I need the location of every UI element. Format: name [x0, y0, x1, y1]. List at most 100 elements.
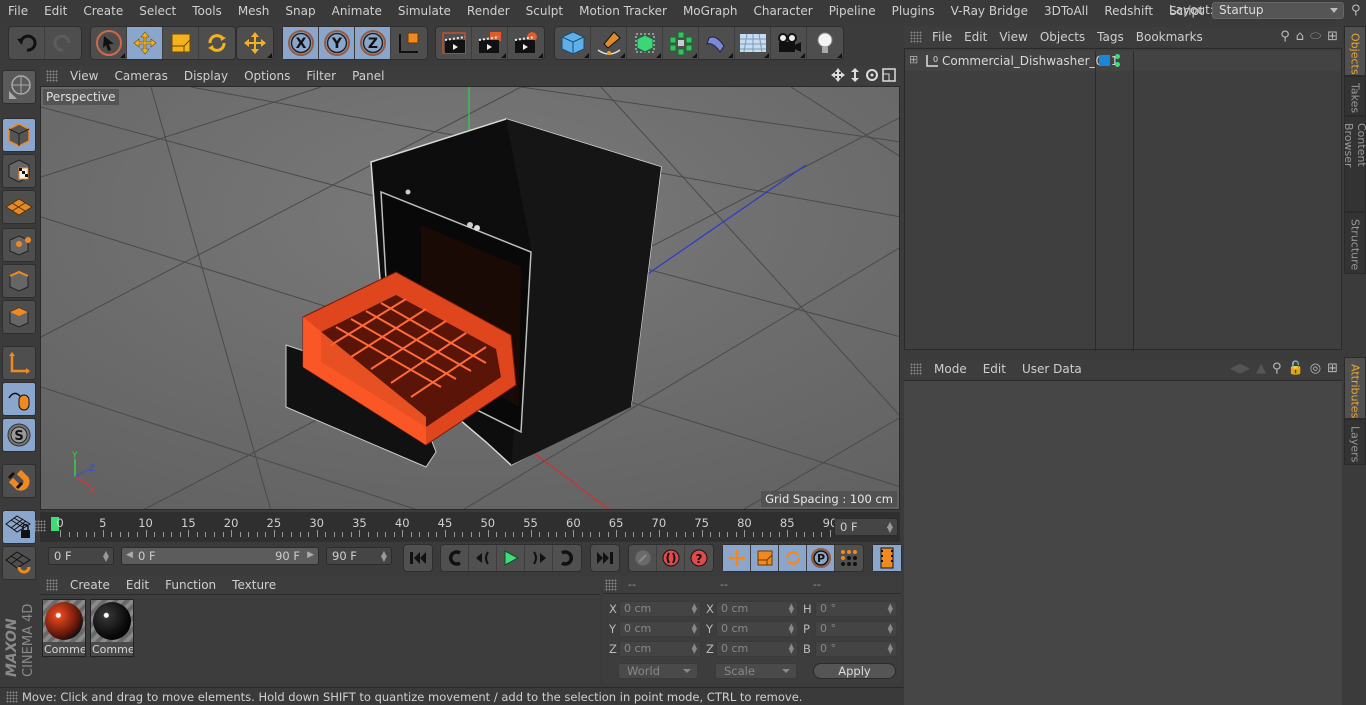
menu-create[interactable]: Create	[75, 4, 131, 18]
pan-icon[interactable]	[831, 68, 845, 82]
material-menu-create[interactable]: Create	[62, 578, 118, 592]
material-menu-edit[interactable]: Edit	[118, 578, 157, 592]
tab-attributes[interactable]: Attributes	[1344, 357, 1366, 419]
search-icon[interactable]: ⚲	[1351, 3, 1361, 18]
spinner-icon[interactable]: ▲ ▼	[692, 623, 697, 635]
apply-button[interactable]: Apply	[813, 663, 896, 679]
search-icon[interactable]: ⚲	[1280, 29, 1290, 44]
redo-button[interactable]	[45, 27, 81, 59]
add-light-button[interactable]	[807, 27, 843, 59]
toggle-view-icon[interactable]: ⬭	[1310, 29, 1321, 44]
polygons-mode-button[interactable]	[2, 300, 36, 334]
coordinate-system-button[interactable]	[391, 27, 427, 59]
viewport-menu-panel[interactable]: Panel	[344, 69, 392, 83]
add-cube-button[interactable]	[555, 27, 591, 59]
workplane-lock-button[interactable]	[2, 510, 36, 544]
next-key-button[interactable]	[553, 545, 581, 571]
edges-mode-button[interactable]	[2, 264, 36, 298]
snap-button[interactable]	[2, 464, 36, 498]
move-key-button[interactable]	[723, 545, 751, 571]
undo-button[interactable]	[9, 27, 45, 59]
previous-frame-button[interactable]	[469, 545, 497, 571]
coord-value-field[interactable]: 0 cm ▲ ▼	[716, 641, 798, 657]
new-panel-icon[interactable]: ⊞	[1327, 29, 1338, 44]
current-frame-field[interactable]: 0 F ▲ ▼	[834, 518, 898, 536]
coord-value-field[interactable]: 0 cm ▲ ▼	[619, 621, 701, 637]
frame-ruler[interactable]: 0 5 10 15 20 25 30 35 40 45 50 55 60 65 70 75 80 85 90	[50, 514, 837, 540]
recent-tool-button[interactable]	[237, 27, 273, 59]
go-to-end-button[interactable]	[591, 545, 619, 571]
menu-snap[interactable]: Snap	[277, 4, 323, 18]
spinner-icon[interactable]: ▲ ▼	[887, 521, 893, 534]
orbit-icon[interactable]	[865, 68, 879, 82]
spinner-icon[interactable]: ▲ ▼	[789, 623, 794, 635]
viewport-menu-filter[interactable]: Filter	[298, 69, 344, 83]
search-icon[interactable]: ⚲	[1272, 361, 1282, 376]
render-picture-viewer-button[interactable]	[472, 27, 508, 59]
layout-dropdown[interactable]: Startup	[1212, 2, 1344, 19]
add-spline-pen-button[interactable]	[591, 27, 627, 59]
rotate-key-button[interactable]	[779, 545, 807, 571]
keyframe-selection-button[interactable]: ?	[685, 545, 713, 571]
go-to-start-button[interactable]	[404, 545, 432, 571]
attributes-menu-edit[interactable]: Edit	[975, 362, 1014, 376]
coord-value-field[interactable]: 0 cm ▲ ▼	[619, 601, 701, 617]
x-axis-lock-button[interactable]: X	[283, 27, 319, 59]
menu-motion-tracker[interactable]: Motion Tracker	[571, 4, 675, 18]
panel-grip-icon[interactable]	[605, 579, 617, 591]
start-frame-field[interactable]: 0 F ▲ ▼	[48, 547, 114, 565]
tab-content-browser[interactable]: Content Browser	[1342, 116, 1366, 212]
back-icon[interactable]: ◀▶	[1230, 361, 1250, 376]
coord-value-field[interactable]: 0 cm ▲ ▼	[619, 641, 701, 657]
range-right-arrow-icon[interactable]: ▶	[307, 550, 314, 560]
menu-character[interactable]: Character	[745, 4, 820, 18]
menu-pipeline[interactable]: Pipeline	[821, 4, 884, 18]
target-icon[interactable]: ◎	[1310, 361, 1321, 376]
range-left-arrow-icon[interactable]: ◀	[126, 550, 133, 560]
lock-icon[interactable]: 🔓	[1288, 361, 1304, 376]
viewport-menu-options[interactable]: Options	[236, 69, 298, 83]
up-icon[interactable]: ▲	[1256, 361, 1266, 376]
end-frame-field[interactable]: 90 F ▲ ▼	[326, 547, 392, 565]
render-view-button[interactable]	[436, 27, 472, 59]
objects-menu-objects[interactable]: Objects	[1034, 30, 1091, 44]
material-item[interactable]: Commer	[42, 599, 86, 657]
spinner-icon[interactable]: ▲ ▼	[692, 643, 697, 655]
live-select-button[interactable]	[91, 27, 127, 59]
objects-menu-bookmarks[interactable]: Bookmarks	[1130, 30, 1209, 44]
home-icon[interactable]: ⌂	[1296, 29, 1304, 44]
new-panel-icon[interactable]: ⊞	[1327, 361, 1338, 376]
menu-redshift[interactable]: Redshift	[1096, 4, 1161, 18]
param-key-button[interactable]: P	[807, 545, 835, 571]
add-cloner-button[interactable]	[663, 27, 699, 59]
3d-viewport[interactable]: Perspective Y Z X Grid Spacing : 100 cm	[40, 86, 900, 510]
render-settings-button[interactable]	[508, 27, 544, 59]
workplane-mode-button[interactable]	[2, 190, 36, 224]
add-camera-button[interactable]	[771, 27, 807, 59]
spinner-icon[interactable]: ▲ ▼	[692, 603, 697, 615]
play-forward-button[interactable]	[497, 545, 525, 571]
tab-objects[interactable]: Objects	[1344, 26, 1366, 76]
material-item[interactable]: Commer	[90, 599, 134, 657]
spinner-icon[interactable]: ▲ ▼	[381, 550, 387, 563]
panel-grip-icon[interactable]	[910, 363, 922, 375]
texture-mode-button[interactable]	[2, 154, 36, 188]
object-row[interactable]: ⊞ 0 Commercial_Dishwasher_001	[905, 51, 1341, 351]
spinner-icon[interactable]: ▲ ▼	[789, 603, 794, 615]
dolly-icon[interactable]	[848, 68, 862, 82]
z-axis-lock-button[interactable]: Z	[355, 27, 391, 59]
next-frame-button[interactable]	[525, 545, 553, 571]
expand-icon[interactable]: ⊞	[909, 53, 918, 66]
timeline-ruler[interactable]: 0 5 10 15 20 25 30 35 40 45 50 55 60 65 70 75 80 85 90 0 F…	[34, 512, 900, 542]
panel-grip-icon[interactable]	[910, 31, 922, 43]
objects-menu-file[interactable]: File	[926, 30, 958, 44]
model-mode-button[interactable]	[2, 118, 36, 152]
move-tool-button[interactable]	[127, 27, 163, 59]
tab-structure[interactable]: Structure	[1344, 212, 1366, 274]
spinner-icon[interactable]: ▲ ▼	[888, 623, 893, 635]
menu-render[interactable]: Render	[459, 4, 518, 18]
pla-key-button[interactable]	[835, 545, 863, 571]
menu-sculpt[interactable]: Sculpt	[518, 4, 571, 18]
menu-edit[interactable]: Edit	[36, 4, 75, 18]
coord-value-field[interactable]: 0 cm ▲ ▼	[716, 601, 798, 617]
